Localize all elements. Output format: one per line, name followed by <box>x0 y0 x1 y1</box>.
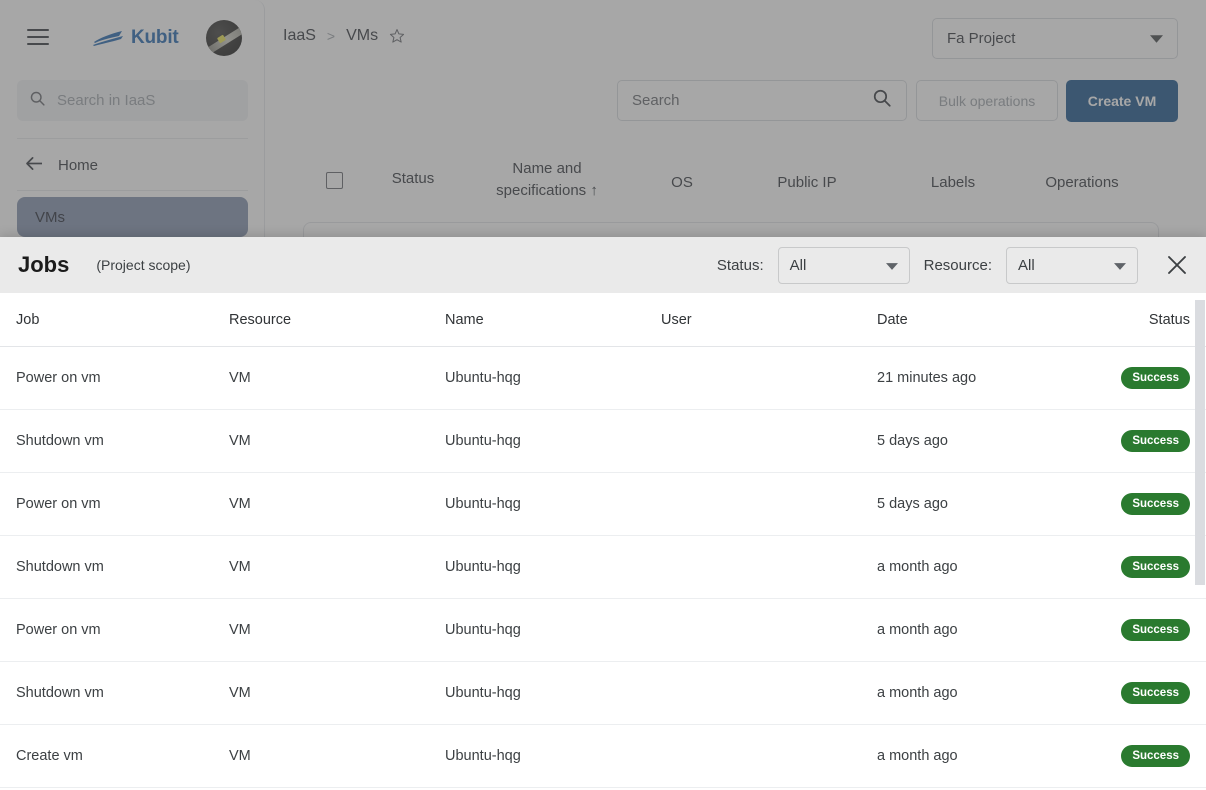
resource-filter-select[interactable]: All <box>1006 246 1138 284</box>
cell-resource: VM <box>229 748 251 764</box>
table-row[interactable]: Power on vm VM Ubuntu-hqg a month ago Succes… <box>0 599 1206 662</box>
chevron-down-icon <box>1114 257 1126 274</box>
status-filter-value: All <box>789 256 807 274</box>
jobs-column-date[interactable]: Date <box>877 312 1099 328</box>
jobs-panel-scope: (Project scope) <box>96 257 191 273</box>
cell-job: Power on vm <box>16 622 101 638</box>
cell-name: Ubuntu-hqg <box>445 685 521 701</box>
jobs-scrollbar-thumb[interactable] <box>1195 300 1205 585</box>
app-root: Kubit Search in IaaS <box>0 0 1206 790</box>
status-badge: Success <box>1121 429 1190 453</box>
cell-status: Success <box>1099 366 1206 390</box>
cell-date: 5 days ago <box>877 496 948 512</box>
cell-date: a month ago <box>877 748 958 764</box>
cell-resource: VM <box>229 559 251 575</box>
table-row[interactable]: Shutdown vm VM Ubuntu-hqg 5 days ago Success <box>0 410 1206 473</box>
jobs-table: Job Resource Name User Date Status Power… <box>0 293 1206 788</box>
jobs-table-header-row: Job Resource Name User Date Status <box>0 293 1206 347</box>
table-row[interactable]: Power on vm VM Ubuntu-hqg 5 days ago Success <box>0 473 1206 536</box>
jobs-panel-filters: Status: All Resource: All <box>716 246 1192 284</box>
status-badge: Success <box>1121 492 1190 516</box>
cell-resource: VM <box>229 685 251 701</box>
status-badge: Success <box>1121 744 1190 768</box>
jobs-panel: Jobs (Project scope) Status: All Resourc… <box>0 237 1206 790</box>
cell-name: Ubuntu-hqg <box>445 622 521 638</box>
cell-name: Ubuntu-hqg <box>445 433 521 449</box>
status-badge: Success <box>1121 618 1190 642</box>
status-badge: Success <box>1121 681 1190 705</box>
cell-job: Shutdown vm <box>16 433 104 449</box>
cell-resource: VM <box>229 622 251 638</box>
jobs-column-name[interactable]: Name <box>445 312 661 328</box>
cell-name: Ubuntu-hqg <box>445 748 521 764</box>
status-filter-label: Status: <box>716 256 764 274</box>
cell-name: Ubuntu-hqg <box>445 559 521 575</box>
cell-resource: VM <box>229 496 251 512</box>
jobs-panel-title: Jobs <box>18 252 70 277</box>
cell-name: Ubuntu-hqg <box>445 370 521 386</box>
resource-filter-label: Resource: <box>923 256 992 274</box>
jobs-column-user[interactable]: User <box>661 312 877 328</box>
cell-status: Success <box>1099 618 1206 642</box>
cell-date: a month ago <box>877 559 958 575</box>
cell-date: a month ago <box>877 622 958 638</box>
table-row[interactable]: Power on vm VM Ubuntu-hqg 21 minutes ago Suc… <box>0 347 1206 410</box>
cell-resource: VM <box>229 433 251 449</box>
close-icon[interactable] <box>1162 250 1192 280</box>
table-row[interactable]: Create vm VM Ubuntu-hqg a month ago Success <box>0 725 1206 788</box>
cell-date: 5 days ago <box>877 433 948 449</box>
status-filter-select[interactable]: All <box>777 246 910 284</box>
jobs-scrollbar[interactable] <box>1194 300 1206 790</box>
cell-name: Ubuntu-hqg <box>445 496 521 512</box>
jobs-column-job[interactable]: Job <box>0 312 229 328</box>
cell-status: Success <box>1099 744 1206 768</box>
status-badge: Success <box>1121 366 1190 390</box>
cell-date: 21 minutes ago <box>877 370 977 386</box>
cell-job: Shutdown vm <box>16 685 104 701</box>
cell-status: Success <box>1099 492 1206 516</box>
status-badge: Success <box>1121 555 1190 579</box>
cell-job: Power on vm <box>16 496 101 512</box>
chevron-down-icon <box>885 257 898 274</box>
table-row[interactable]: Shutdown vm VM Ubuntu-hqg a month ago Succes… <box>0 662 1206 725</box>
cell-job: Power on vm <box>16 370 101 386</box>
jobs-column-resource[interactable]: Resource <box>229 312 445 328</box>
cell-status: Success <box>1099 681 1206 705</box>
cell-resource: VM <box>229 370 251 386</box>
cell-status: Success <box>1099 555 1206 579</box>
cell-date: a month ago <box>877 685 958 701</box>
cell-status: Success <box>1099 429 1206 453</box>
jobs-column-status[interactable]: Status <box>1099 312 1206 328</box>
resource-filter-value: All <box>1018 256 1035 274</box>
cell-job: Shutdown vm <box>16 559 104 575</box>
table-row[interactable]: Shutdown vm VM Ubuntu-hqg a month ago Succes… <box>0 536 1206 599</box>
cell-job: Create vm <box>16 748 83 764</box>
jobs-panel-header: Jobs (Project scope) Status: All Resourc… <box>0 237 1206 293</box>
